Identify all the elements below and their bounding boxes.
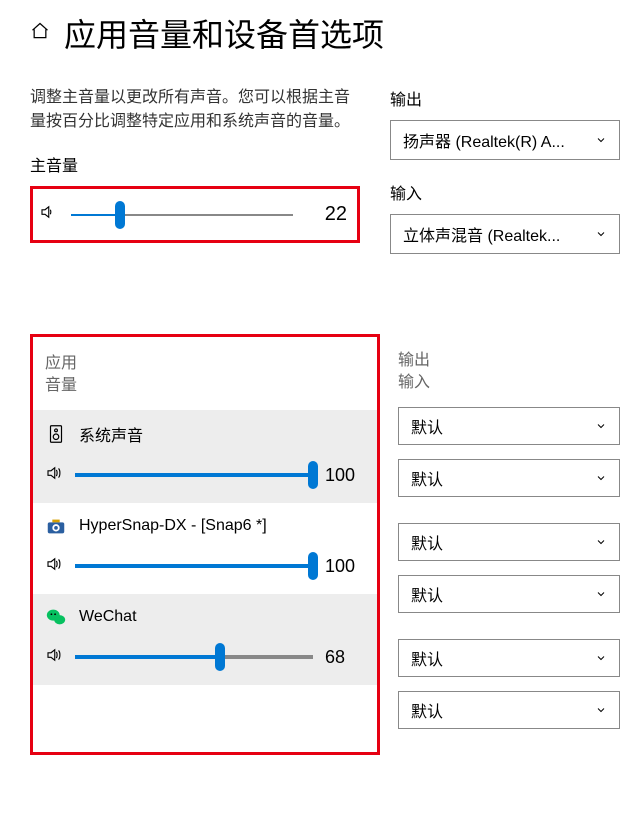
app-input-select[interactable]: 默认 [398, 691, 620, 729]
app-volume-slider[interactable] [75, 655, 313, 659]
page-header: 应用音量和设备首选项 [30, 10, 620, 56]
app-device-block: 默认默认 [398, 407, 620, 523]
app-input-value: 默认 [411, 466, 443, 490]
app-volume-value: 100 [325, 465, 365, 486]
app-name: WeChat [79, 608, 137, 626]
chevron-down-icon [595, 228, 607, 240]
app-input-select[interactable]: 默认 [398, 575, 620, 613]
app-output-value: 默认 [411, 530, 443, 554]
apps-volume-column: 应用音量 系统声音 100 HyperSnap-DX - [Snap6 *] 100 W… [30, 334, 380, 755]
app-output-value: 默认 [411, 414, 443, 438]
input-device-select[interactable]: 立体声混音 (Realtek... [390, 214, 620, 254]
app-row: 系统声音 100 [33, 410, 377, 503]
output-device-select[interactable]: 扬声器 (Realtek(R) A... [390, 120, 620, 160]
chevron-down-icon [595, 652, 607, 664]
app-device-block: 默认默认 [398, 639, 620, 755]
main-volume-label: 主音量 [30, 152, 360, 176]
column-header-device: 输出输入 [398, 350, 620, 407]
app-input-value: 默认 [411, 698, 443, 722]
speaker-icon[interactable] [45, 646, 63, 669]
app-volume-value: 68 [325, 647, 365, 668]
chevron-down-icon [595, 420, 607, 432]
main-volume-slider[interactable] [71, 214, 293, 216]
apps-device-column: 输出输入 默认默认默认默认默认默认 [398, 334, 620, 755]
home-icon[interactable] [30, 21, 50, 46]
app-volume-slider[interactable] [75, 564, 313, 568]
speaker-device-icon [45, 423, 67, 445]
app-name: HyperSnap-DX - [Snap6 *] [79, 517, 267, 535]
app-output-select[interactable]: 默认 [398, 523, 620, 561]
chevron-down-icon [595, 134, 607, 146]
description-text: 调整主音量以更改所有声音。您可以根据主音量按百分比调整特定应用和系统声音的音量。 [30, 86, 360, 134]
main-volume-value: 22 [307, 203, 347, 226]
main-volume-control: 22 [30, 186, 360, 243]
input-device-value: 立体声混音 (Realtek... [403, 222, 560, 246]
speaker-low-icon[interactable] [39, 203, 57, 226]
column-header-app: 应用音量 [33, 353, 377, 410]
page-title: 应用音量和设备首选项 [64, 10, 384, 56]
app-volume-slider[interactable] [75, 473, 313, 477]
app-output-select[interactable]: 默认 [398, 407, 620, 445]
apps-section: 应用音量 系统声音 100 HyperSnap-DX - [Snap6 *] 100 W… [30, 334, 620, 755]
chevron-down-icon [595, 536, 607, 548]
app-row: HyperSnap-DX - [Snap6 *] 100 [33, 503, 377, 594]
app-input-value: 默认 [411, 582, 443, 606]
camera-icon [45, 515, 67, 537]
app-name: 系统声音 [79, 422, 143, 446]
speaker-icon[interactable] [45, 464, 63, 487]
app-output-value: 默认 [411, 646, 443, 670]
wechat-icon [45, 606, 67, 628]
input-label: 输入 [390, 180, 620, 204]
app-output-select[interactable]: 默认 [398, 639, 620, 677]
speaker-icon[interactable] [45, 555, 63, 578]
chevron-down-icon [595, 704, 607, 716]
output-label: 输出 [390, 86, 620, 110]
chevron-down-icon [595, 472, 607, 484]
app-volume-value: 100 [325, 556, 365, 577]
app-device-block: 默认默认 [398, 523, 620, 639]
output-device-value: 扬声器 (Realtek(R) A... [403, 128, 565, 152]
chevron-down-icon [595, 588, 607, 600]
app-input-select[interactable]: 默认 [398, 459, 620, 497]
app-row: WeChat 68 [33, 594, 377, 685]
